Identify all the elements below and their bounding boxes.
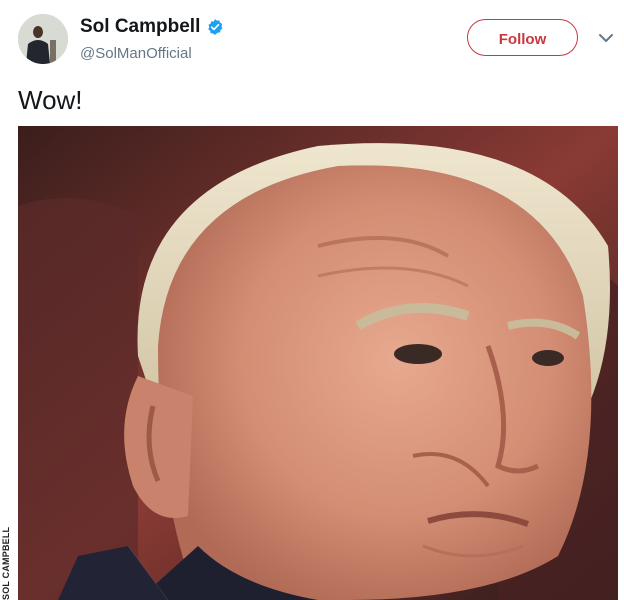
chevron-down-icon[interactable] (598, 32, 614, 44)
verified-badge-icon (208, 19, 223, 35)
author-display-name[interactable]: Sol Campbell (80, 16, 200, 38)
portrait-photo (18, 126, 618, 600)
author-avatar[interactable] (18, 14, 68, 64)
tweet-header: Sol Campbell @SolManOfficial Follow (0, 0, 624, 80)
author-handle[interactable]: @SolManOfficial (80, 45, 192, 62)
tweet-text: Wow! (18, 85, 83, 115)
tweet-media-photo[interactable] (18, 126, 618, 600)
author-name-row: Sol Campbell (80, 16, 224, 38)
follow-button[interactable]: Follow (467, 19, 578, 56)
photo-credit: SOL CAMPBELL (1, 526, 11, 600)
avatar-photo (18, 14, 68, 64)
